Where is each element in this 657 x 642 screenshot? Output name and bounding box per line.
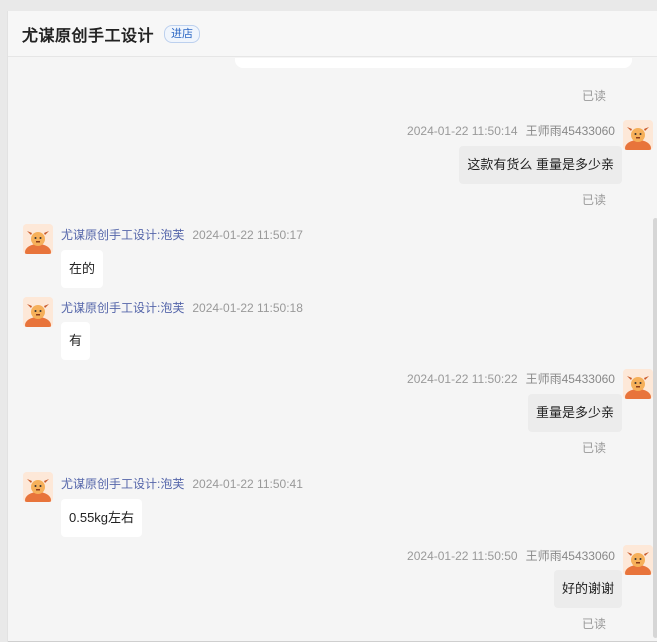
message-meta: 尤谋原创手工设计:泡芙 2024-01-22 11:50:17 [61,226,303,243]
message-meta: 2024-01-22 11:50:14 王师雨45433060 [407,122,615,139]
read-status: 已读 [582,617,607,631]
message-time: 2024-01-22 11:50:50 [407,549,518,563]
message-time: 2024-01-22 11:50:14 [407,124,518,138]
avatar[interactable] [23,472,53,502]
message-time: 2024-01-22 11:50:17 [192,228,303,242]
read-status: 已读 [582,193,607,207]
message-bubble-incoming[interactable]: 有 [61,322,91,360]
message-bubble-outgoing[interactable]: 这款有货么 重量是多少亲 [459,146,622,184]
read-status: 已读 [582,89,607,103]
message-time: 2024-01-22 11:50:18 [192,301,303,315]
message-time: 2024-01-22 11:50:22 [407,372,518,386]
message-sender: 尤谋原创手工设计:泡芙 [61,477,185,491]
message-meta: 2024-01-22 11:50:22 王师雨45433060 [407,370,615,387]
cartoon-avatar-icon [623,369,653,399]
message-meta: 2024-01-22 11:50:50 王师雨45433060 [407,547,615,564]
cartoon-avatar-icon [23,224,53,254]
read-status: 已读 [582,441,607,455]
message-sender: 王师雨45433060 [525,372,615,386]
message-bubble-incoming[interactable]: 在的 [61,250,104,288]
chat-window: 尤谋原创手工设计 进店 已读 2024-01-22 11:50:14 王师雨454… [7,11,657,642]
cartoon-avatar-icon [23,297,53,327]
message-sender: 王师雨45433060 [525,124,615,138]
cartoon-avatar-icon [623,545,653,575]
message-sender: 尤谋原创手工设计:泡芙 [61,228,185,242]
message-sender: 王师雨45433060 [525,549,615,563]
message-time: 2024-01-22 11:50:41 [192,477,303,491]
enter-shop-button[interactable]: 进店 [164,24,201,43]
avatar[interactable] [23,224,53,254]
message-meta: 尤谋原创手工设计:泡芙 2024-01-22 11:50:41 [61,475,303,492]
shop-name: 尤谋原创手工设计 [22,27,155,45]
message-bubble-incoming[interactable]: 0.55kg左右 [61,499,143,537]
previous-message-bubble [235,58,632,68]
message-bubble-outgoing[interactable]: 好的谢谢 [553,570,622,608]
message-bubble-outgoing[interactable]: 重量是多少亲 [527,394,622,432]
chat-header: 尤谋原创手工设计 进店 [8,11,657,57]
cartoon-avatar-icon [23,472,53,502]
scrollbar[interactable] [653,218,657,638]
avatar[interactable] [623,369,653,399]
message-list[interactable]: 已读 2024-01-22 11:50:14 王师雨45433060 这款有货么 … [8,58,657,642]
message-sender: 尤谋原创手工设计:泡芙 [61,301,185,315]
message-meta: 尤谋原创手工设计:泡芙 2024-01-22 11:50:18 [61,299,303,316]
avatar[interactable] [623,120,653,150]
avatar[interactable] [623,545,653,575]
cartoon-avatar-icon [623,120,653,150]
avatar[interactable] [23,297,53,327]
